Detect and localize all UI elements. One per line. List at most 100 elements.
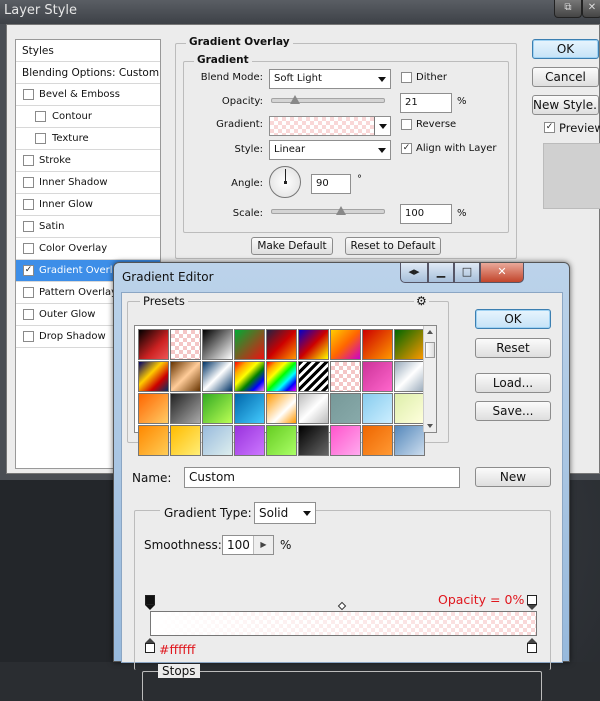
style-checkbox[interactable]: [35, 111, 46, 122]
reverse-checkbox[interactable]: [401, 119, 412, 130]
style-checkbox[interactable]: [23, 199, 34, 210]
make-default-button[interactable]: Make Default: [251, 237, 333, 255]
styles-list-item[interactable]: Styles: [16, 40, 160, 62]
close-button[interactable]: ✕: [480, 263, 524, 283]
nav-arrows-button[interactable]: ◂▸: [400, 263, 428, 283]
style-checkbox[interactable]: ✓: [23, 265, 34, 276]
load-button[interactable]: Load...: [475, 373, 551, 393]
preset-swatch[interactable]: [234, 393, 265, 424]
new-button[interactable]: New: [475, 467, 551, 487]
preset-swatch[interactable]: [202, 361, 233, 392]
smoothness-input[interactable]: 100 ▶: [222, 535, 274, 555]
scroll-up-icon[interactable]: [427, 330, 433, 334]
preset-swatch[interactable]: [170, 425, 201, 456]
preset-swatch[interactable]: [266, 329, 297, 360]
preset-swatch[interactable]: [298, 393, 329, 424]
style-checkbox[interactable]: [23, 177, 34, 188]
preset-swatch[interactable]: [138, 425, 169, 456]
scale-slider[interactable]: [271, 209, 385, 214]
styles-list-item[interactable]: Color Overlay: [16, 238, 160, 260]
styles-list-item[interactable]: Texture: [16, 128, 160, 150]
style-dropdown[interactable]: Linear: [269, 140, 391, 160]
preset-swatch[interactable]: [362, 329, 393, 360]
opacity-input[interactable]: 21: [400, 93, 452, 113]
scroll-thumb[interactable]: [425, 342, 435, 358]
color-stop-left[interactable]: [145, 643, 155, 653]
preset-swatch[interactable]: [394, 425, 425, 456]
reset-to-default-button[interactable]: Reset to Default: [345, 237, 441, 255]
style-checkbox[interactable]: [23, 221, 34, 232]
styles-list-item[interactable]: Satin: [16, 216, 160, 238]
ok-button[interactable]: OK: [475, 309, 551, 329]
preset-swatch[interactable]: [202, 393, 233, 424]
preset-swatch[interactable]: [330, 329, 361, 360]
preset-swatch[interactable]: [138, 393, 169, 424]
style-checkbox[interactable]: [23, 287, 34, 298]
styles-list-item[interactable]: Bevel & Emboss: [16, 84, 160, 106]
gradient-type-dropdown[interactable]: Solid: [254, 502, 316, 524]
preset-swatch[interactable]: [330, 425, 361, 456]
gradient-preview-bar[interactable]: [150, 611, 537, 636]
opacity-slider-thumb[interactable]: [290, 95, 300, 104]
preset-swatch[interactable]: [394, 393, 425, 424]
close-button[interactable]: ✕: [582, 0, 600, 18]
preset-swatch[interactable]: [362, 425, 393, 456]
style-checkbox[interactable]: [23, 309, 34, 320]
opacity-slider[interactable]: [271, 98, 385, 103]
blend-mode-dropdown[interactable]: Soft Light: [269, 69, 391, 89]
preset-swatch[interactable]: [298, 361, 329, 392]
dither-checkbox[interactable]: [401, 72, 412, 83]
gradient-picker[interactable]: [269, 116, 391, 136]
preset-swatch[interactable]: [394, 361, 425, 392]
preset-swatch[interactable]: [330, 393, 361, 424]
style-checkbox[interactable]: [35, 133, 46, 144]
preset-swatch[interactable]: [362, 361, 393, 392]
opacity-stop-right[interactable]: [527, 595, 537, 605]
preset-swatch[interactable]: [202, 329, 233, 360]
chevron-right-icon[interactable]: ▶: [253, 536, 273, 554]
preset-swatch[interactable]: [266, 393, 297, 424]
preset-swatch[interactable]: [394, 329, 425, 360]
angle-dial[interactable]: [269, 166, 301, 198]
gear-icon[interactable]: ⚙: [414, 294, 429, 308]
preset-swatch[interactable]: [234, 361, 265, 392]
preset-swatch[interactable]: [138, 361, 169, 392]
opacity-stop-left[interactable]: [145, 595, 155, 605]
style-checkbox[interactable]: [23, 155, 34, 166]
style-checkbox[interactable]: [23, 243, 34, 254]
gradient-picker-dropdown[interactable]: [374, 117, 390, 135]
preset-swatch[interactable]: [330, 361, 361, 392]
new-style-button[interactable]: New Style...: [532, 95, 599, 115]
save-button[interactable]: Save...: [475, 401, 551, 421]
preset-swatch[interactable]: [170, 361, 201, 392]
preset-swatch[interactable]: [266, 361, 297, 392]
preset-swatch[interactable]: [234, 329, 265, 360]
preset-swatch[interactable]: [298, 425, 329, 456]
name-input[interactable]: Custom: [184, 467, 460, 488]
preset-swatch[interactable]: [362, 393, 393, 424]
preset-swatch[interactable]: [138, 329, 169, 360]
styles-list-item[interactable]: Stroke: [16, 150, 160, 172]
scroll-down-icon[interactable]: [427, 424, 433, 428]
styles-list-item[interactable]: Inner Shadow: [16, 172, 160, 194]
style-checkbox[interactable]: [23, 89, 34, 100]
preset-swatch[interactable]: [202, 425, 233, 456]
preset-swatch[interactable]: [234, 425, 265, 456]
cancel-button[interactable]: Cancel: [532, 67, 599, 87]
maximize-button[interactable]: □: [454, 263, 480, 283]
preset-swatch[interactable]: [170, 393, 201, 424]
angle-input[interactable]: 90: [311, 174, 351, 194]
scale-input[interactable]: 100: [400, 204, 452, 224]
preset-swatch[interactable]: [298, 329, 329, 360]
ok-button[interactable]: OK: [532, 39, 599, 59]
minimize-button[interactable]: ▁: [428, 263, 454, 283]
styles-list-item[interactable]: Blending Options: Custom: [16, 62, 160, 84]
preset-swatch[interactable]: [170, 329, 201, 360]
styles-list-item[interactable]: Inner Glow: [16, 194, 160, 216]
styles-list-item[interactable]: Contour: [16, 106, 160, 128]
restore-button[interactable]: ⧉: [554, 0, 582, 18]
preset-swatch[interactable]: [266, 425, 297, 456]
color-stop-right[interactable]: [527, 643, 537, 653]
align-with-layer-checkbox[interactable]: ✓: [401, 143, 412, 154]
style-checkbox[interactable]: [23, 331, 34, 342]
